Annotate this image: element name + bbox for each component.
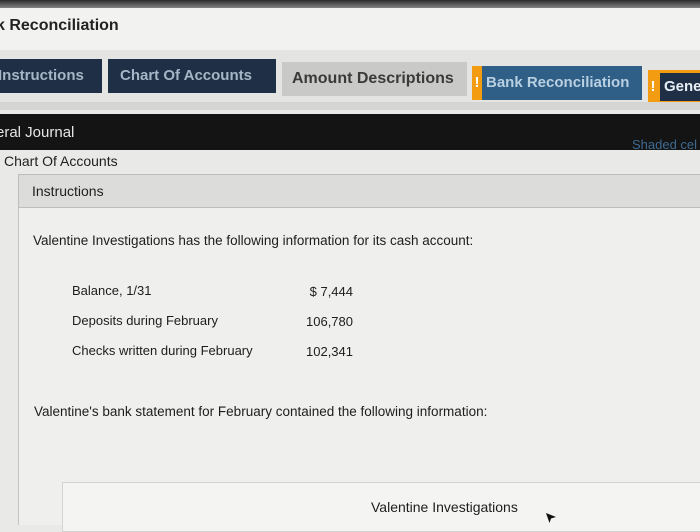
tab-strip: Instructions Chart Of Accounts Amount De… — [0, 50, 700, 104]
row-balance-value: $ 7,444 — [309, 284, 353, 299]
tab-instructions[interactable]: Instructions — [0, 59, 102, 93]
mouse-pointer-icon — [546, 513, 556, 523]
general-journal-label: eral Journal — [0, 124, 75, 141]
intro-text: Valentine Investigations has the followi… — [33, 233, 474, 248]
tab-chart-of-accounts[interactable]: Chart Of Accounts — [108, 59, 276, 93]
statement-text: Valentine's bank statement for February … — [34, 404, 488, 419]
app-title: k Reconciliation — [0, 17, 119, 34]
row-deposits-value: 106,780 — [306, 314, 353, 329]
tab-bank-reconciliation-label: Bank Reconciliation — [486, 74, 630, 91]
row-deposits-label: Deposits during February — [72, 313, 218, 328]
alert-icon: ! — [472, 66, 482, 100]
tab-general-journal-label: Gene — [660, 73, 700, 101]
chart-of-accounts-link[interactable]: Chart Of Accounts — [4, 153, 118, 169]
row-checks-value: 102,341 — [306, 344, 353, 359]
instructions-header — [18, 174, 700, 208]
divider — [0, 102, 700, 110]
instructions-panel — [18, 208, 700, 525]
table-heading: Valentine Investigations — [371, 499, 518, 515]
tab-bank-reconciliation[interactable]: ! Bank Reconciliation — [472, 66, 642, 100]
tab-instructions-label: Instructions — [0, 67, 84, 84]
tab-amount-descriptions-label: Amount Descriptions — [292, 70, 454, 87]
general-journal-bar[interactable]: eral Journal — [0, 114, 700, 150]
row-balance-label: Balance, 1/31 — [72, 283, 152, 298]
instructions-title: Instructions — [32, 183, 104, 199]
tab-chart-of-accounts-label: Chart Of Accounts — [120, 67, 252, 84]
tab-general-journal[interactable]: ! Gene — [648, 70, 700, 104]
tab-amount-descriptions[interactable]: Amount Descriptions — [282, 62, 467, 96]
row-checks-label: Checks written during February — [72, 343, 253, 358]
alert-icon: ! — [648, 70, 658, 104]
